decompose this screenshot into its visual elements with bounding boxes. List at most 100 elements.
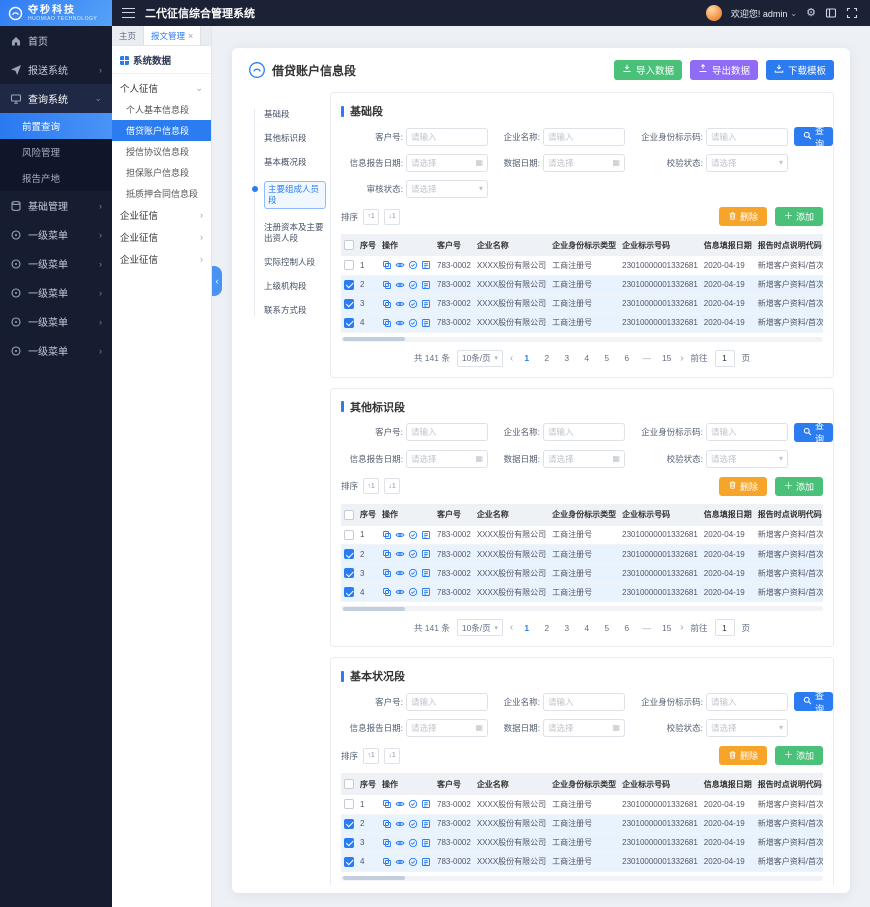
sort-desc-button[interactable]: ↓1 (384, 478, 400, 494)
row-checkbox[interactable] (344, 260, 354, 270)
page-number[interactable]: 5 (600, 351, 613, 366)
sidebar-item-menu[interactable]: 一级菜单 › (0, 249, 112, 278)
verify-icon[interactable] (408, 799, 418, 809)
view-icon[interactable] (395, 549, 405, 559)
sidebar-item-home[interactable]: 首页 (0, 26, 112, 55)
anchor-item[interactable]: 注册资本及主要出资人段 (255, 222, 326, 244)
copy-icon[interactable] (382, 299, 392, 309)
sidebar-subitem[interactable]: 前置查询 (0, 113, 112, 139)
prev-page-button[interactable]: ‹ (510, 353, 513, 364)
view-icon[interactable] (395, 260, 405, 270)
page-last[interactable]: 15 (660, 620, 673, 635)
data-date-picker[interactable]: 请选择 ▦ (543, 450, 625, 468)
copy-icon[interactable] (382, 838, 392, 848)
view-icon[interactable] (395, 587, 405, 597)
scrollbar-thumb[interactable] (343, 876, 405, 880)
search-button[interactable]: 查询 (794, 127, 833, 146)
anchor-item[interactable]: 实际控制人段 (255, 257, 326, 268)
detail-icon[interactable] (421, 549, 431, 559)
view-icon[interactable] (395, 857, 405, 867)
sidebar-item-report-system[interactable]: 报送系统 › (0, 55, 112, 84)
detail-icon[interactable] (421, 838, 431, 848)
table-row[interactable]: 4 (341, 852, 823, 871)
company-id-code-input[interactable] (711, 427, 783, 437)
verify-icon[interactable] (408, 857, 418, 867)
copy-icon[interactable] (382, 549, 392, 559)
table-row[interactable]: 1 (341, 795, 823, 814)
table-row[interactable]: 1 (341, 526, 823, 545)
page-number[interactable]: 3 (560, 620, 573, 635)
verify-icon[interactable] (408, 260, 418, 270)
user-menu[interactable]: 欢迎您! admin ⌄ (731, 7, 797, 20)
detail-icon[interactable] (421, 260, 431, 270)
row-checkbox[interactable] (344, 530, 354, 540)
company-name-input[interactable] (548, 427, 620, 437)
company-name-input[interactable] (548, 697, 620, 707)
row-checkbox[interactable] (344, 587, 354, 597)
delete-button[interactable]: 删除 (719, 207, 767, 226)
sidebar-item-menu[interactable]: 一级菜单 › (0, 220, 112, 249)
anchor-item[interactable]: 基础段 (255, 109, 326, 120)
tree-leaf[interactable]: 担保账户信息段 (112, 162, 211, 183)
view-icon[interactable] (395, 530, 405, 540)
add-button[interactable]: ＋ 添加 (775, 746, 823, 765)
copy-icon[interactable] (382, 568, 392, 578)
row-checkbox[interactable] (344, 318, 354, 328)
row-checkbox[interactable] (344, 857, 354, 867)
row-checkbox[interactable] (344, 838, 354, 848)
sort-asc-button[interactable]: ↑1 (363, 209, 379, 225)
sort-desc-button[interactable]: ↓1 (384, 209, 400, 225)
add-button[interactable]: ＋ 添加 (775, 477, 823, 496)
detail-icon[interactable] (421, 530, 431, 540)
next-page-button[interactable]: › (680, 353, 683, 364)
detail-icon[interactable] (421, 587, 431, 597)
page-number[interactable]: 4 (580, 351, 593, 366)
menu-toggle-icon[interactable] (122, 8, 135, 18)
company-id-code-input[interactable] (711, 132, 783, 142)
table-row[interactable]: 3 (341, 833, 823, 852)
sort-asc-button[interactable]: ↑1 (363, 478, 379, 494)
sidebar-subitem[interactable]: 风险管理 (0, 139, 112, 165)
copy-icon[interactable] (382, 819, 392, 829)
scrollbar-thumb[interactable] (343, 337, 405, 341)
row-checkbox[interactable] (344, 568, 354, 578)
table-row[interactable]: 4 (341, 313, 823, 332)
page-number[interactable]: 3 (560, 351, 573, 366)
table-row[interactable]: 4 (341, 583, 823, 602)
anchor-item[interactable]: 主要组成人员段 (255, 181, 326, 209)
select-all-checkbox[interactable] (344, 240, 354, 250)
tree-leaf[interactable]: 抵质押合同信息段 (112, 183, 211, 204)
tree-leaf[interactable]: 借贷账户信息段 (112, 120, 211, 141)
row-checkbox[interactable] (344, 280, 354, 290)
page-number[interactable]: 4 (580, 620, 593, 635)
data-date-picker[interactable]: 请选择 ▦ (543, 719, 625, 737)
company-id-code-input[interactable] (711, 697, 783, 707)
view-icon[interactable] (395, 318, 405, 328)
detail-icon[interactable] (421, 318, 431, 328)
row-checkbox[interactable] (344, 549, 354, 559)
sidebar-item-base-mgmt[interactable]: 基础管理 › (0, 191, 112, 220)
page-last[interactable]: 15 (660, 351, 673, 366)
view-icon[interactable] (395, 568, 405, 578)
select-all-checkbox[interactable] (344, 510, 354, 520)
page-number[interactable]: 1 (520, 620, 533, 635)
anchor-item[interactable]: 联系方式段 (255, 305, 326, 316)
detail-icon[interactable] (421, 299, 431, 309)
page-size-select[interactable]: 10条/页 ▾ (457, 619, 503, 636)
copy-icon[interactable] (382, 318, 392, 328)
check-status-select[interactable]: 请选择 ▾ (706, 154, 788, 172)
check-status-select[interactable]: 请选择 ▾ (706, 450, 788, 468)
verify-icon[interactable] (408, 549, 418, 559)
copy-icon[interactable] (382, 857, 392, 867)
fullscreen-icon[interactable] (846, 7, 858, 19)
table-row[interactable]: 3 (341, 294, 823, 313)
copy-icon[interactable] (382, 280, 392, 290)
anchor-item[interactable]: 上级机构段 (255, 281, 326, 292)
tree-node-corp[interactable]: 企业征信 › (112, 204, 211, 226)
customer-no-input[interactable] (411, 697, 483, 707)
report-date-picker[interactable]: 请选择 ▦ (406, 719, 488, 737)
report-date-picker[interactable]: 请选择 ▦ (406, 154, 488, 172)
view-icon[interactable] (395, 838, 405, 848)
goto-page-input[interactable] (715, 619, 735, 636)
table-row[interactable]: 2 (341, 545, 823, 564)
